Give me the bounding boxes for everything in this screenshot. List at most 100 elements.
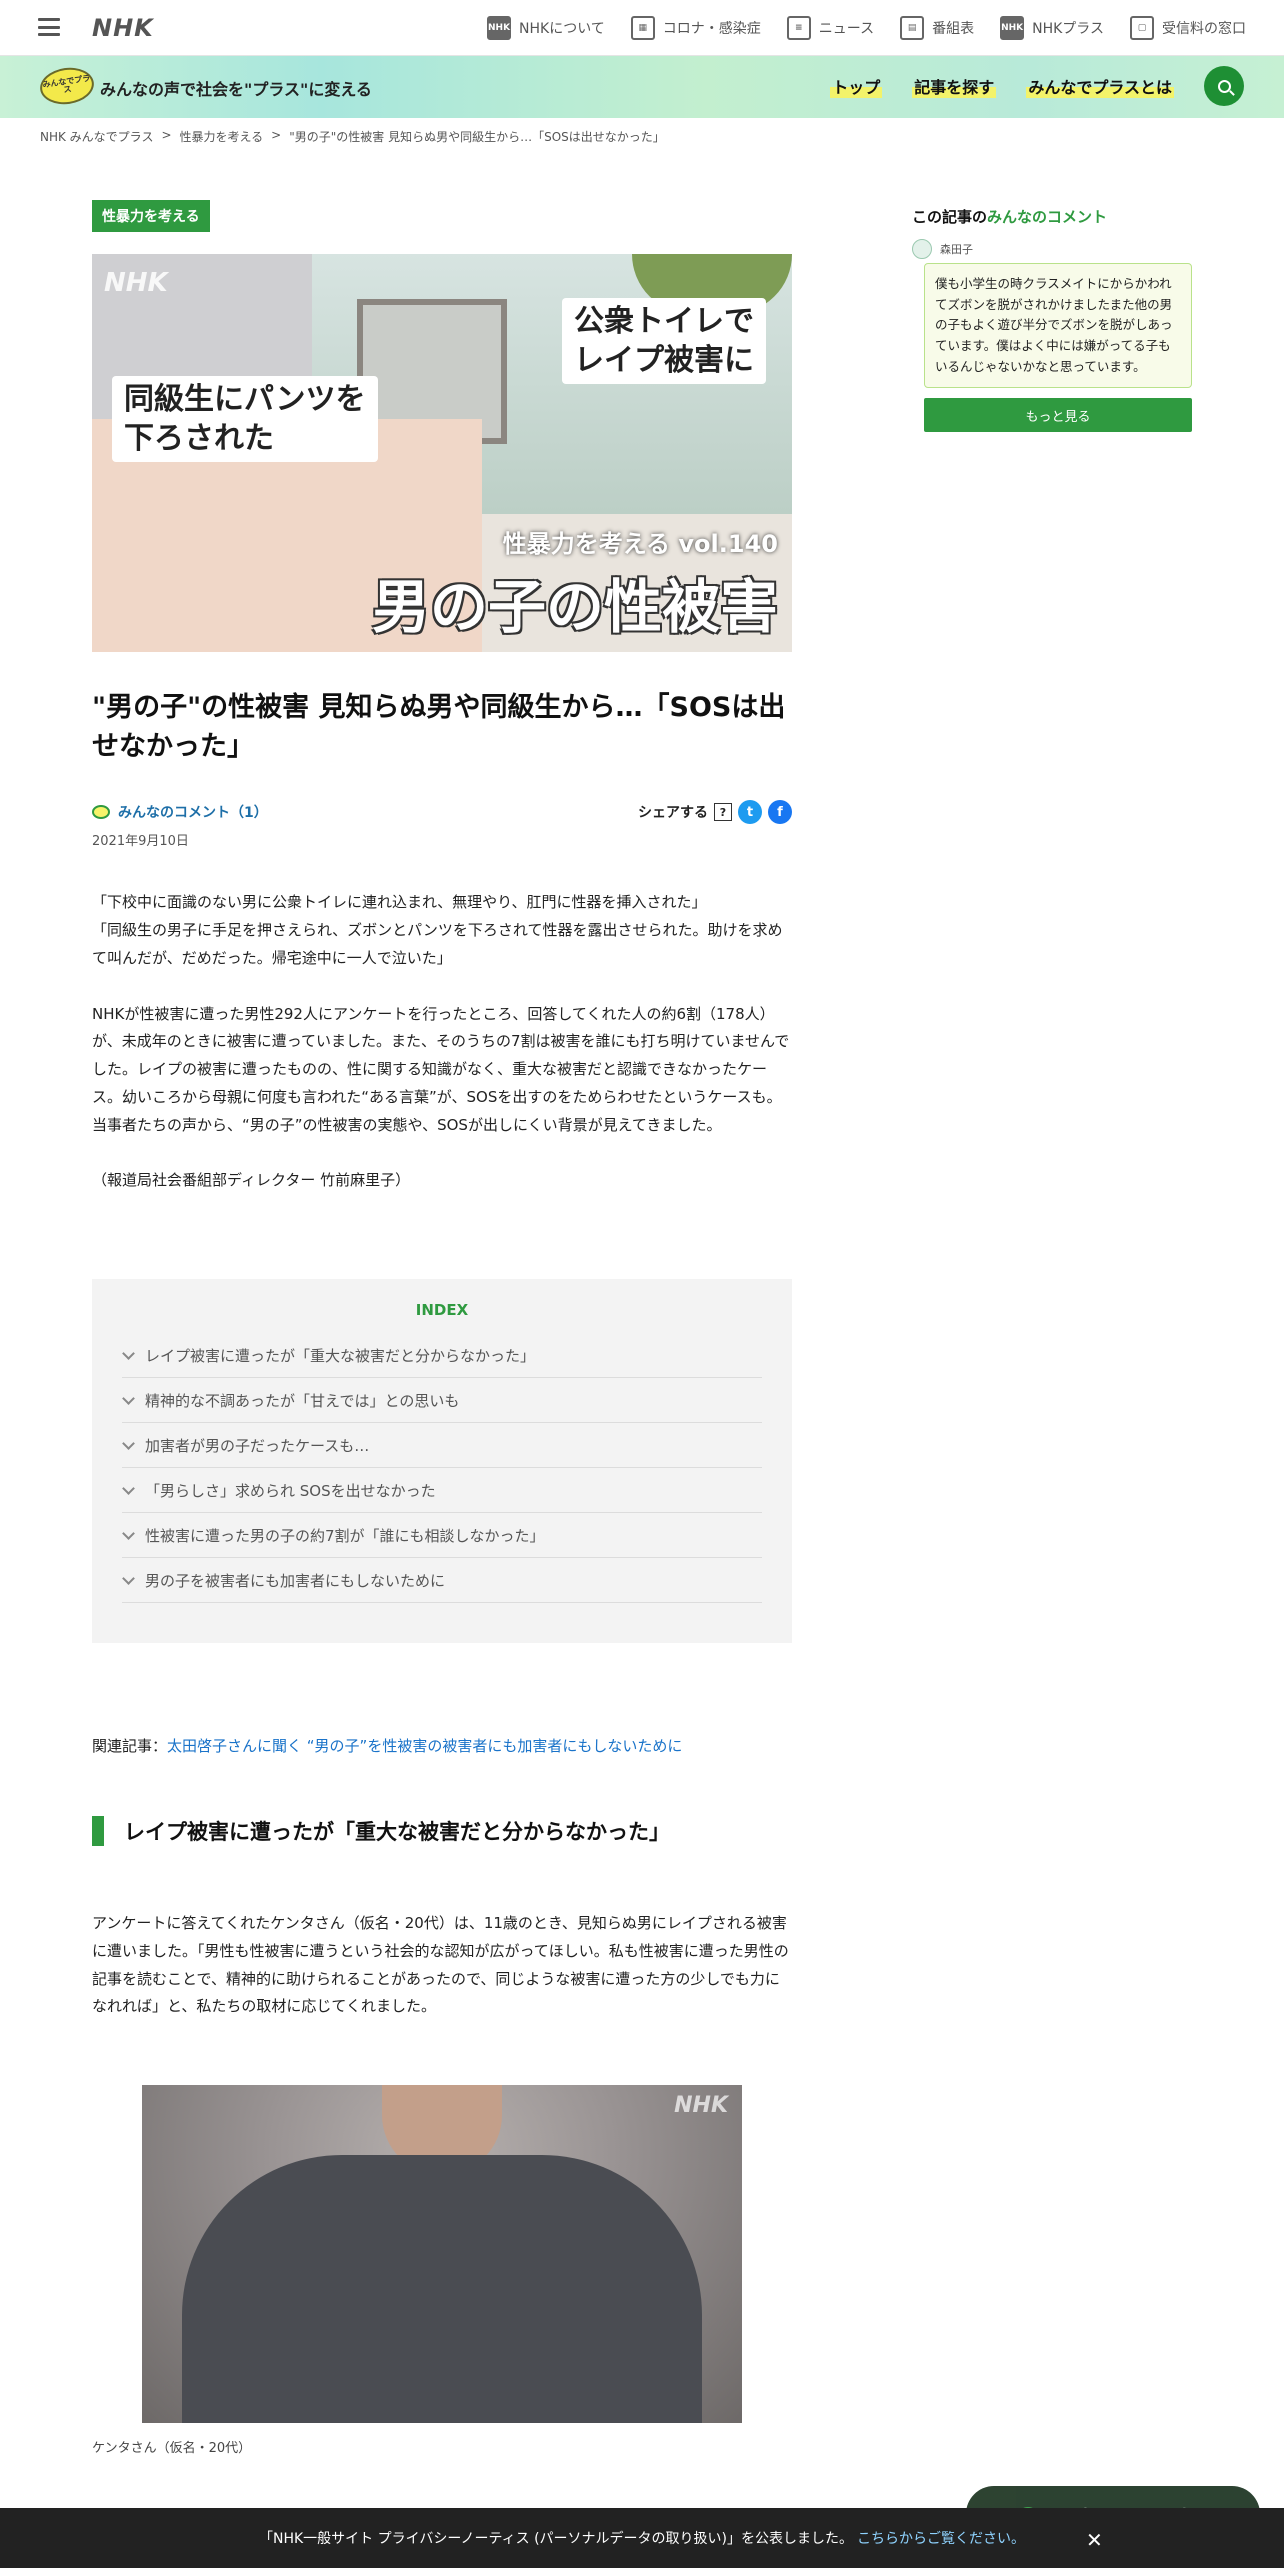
sidebar-title-prefix: この記事の [912, 208, 988, 226]
hero-series: 性暴力を考える vol.140 [502, 530, 778, 558]
menu-icon[interactable] [38, 16, 60, 38]
hero-caption-classmate: 同級生にパンツを 下ろされた [112, 376, 378, 462]
index-item[interactable]: 性被害に遭った男の子の約7割が「誰にも相談しなかった」 [122, 1513, 762, 1559]
lead-quote-1: 「下校中に面識のない男に公衆トイレに連れ込まれ、無理やり、肛門に性器を挿入された… [92, 893, 707, 912]
breadcrumb-home[interactable]: NHK みんなでプラス [40, 128, 153, 145]
privacy-notice-link[interactable]: こちらからご覧ください。 [857, 2528, 1025, 2548]
index-item[interactable]: 男の子を被害者にも加害者にもしないために [122, 1558, 762, 1604]
privacy-notice-bar: 「NHK一般サイト プライバシーノーティス (パーソナルデータの取り扱い)」を公… [0, 2508, 1284, 2568]
chevron-down-icon [122, 1436, 135, 1450]
index-item-label: 性被害に遭った男の子の約7割が「誰にも相談しなかった」 [145, 1526, 545, 1545]
article-body: 「下校中に面識のない男に公衆トイレに連れ込まれ、無理やり、肛門に性器を挿入された… [92, 889, 792, 1195]
twitter-icon[interactable]: t [738, 800, 762, 825]
intro-paragraph: NHKが性被害に遭った男性292人にアンケートを行ったところ、回答してくれた人の… [92, 1004, 790, 1134]
index-item-label: レイプ被害に遭ったが「重大な被害だと分からなかった」 [145, 1346, 536, 1365]
nhkplus-icon: NHK [1000, 16, 1025, 40]
see-more-button[interactable]: もっと見る [924, 398, 1192, 433]
share-bar: シェアする ? t f [638, 800, 792, 825]
breadcrumb: NHK みんなでプラス > 性暴力を考える > "男の子"の性被害 見知らぬ男や同級… [40, 128, 665, 145]
schedule-icon: ▤ [900, 16, 925, 40]
author-credit: （報道局社会番組部ディレクター 竹前麻里子） [92, 1171, 411, 1190]
global-header: NHK NHK NHKについて ▦ コロナ・感染症 ≡ ニュース ▤ 番組表 NHK NH… [0, 0, 1284, 56]
site-band: みんなでプラス みんなの声で社会を"プラス"に変える トップ 記事を探す みんな… [0, 56, 1284, 118]
nav-label: NHKプラス [1032, 21, 1104, 37]
site-nav: トップ 記事を探す みんなでプラスとは [830, 74, 1174, 98]
category-badge[interactable]: 性暴力を考える [92, 200, 210, 232]
close-icon[interactable]: ✕ [1086, 2528, 1103, 2552]
breadcrumb-separator: > [271, 128, 282, 142]
sidebar-title: この記事のみんなのコメント [912, 206, 1192, 227]
photo-shirt [182, 2155, 702, 2424]
index-item-label: 加害者が男の子だったケースも… [145, 1436, 370, 1455]
hero-caption-toilet: 公衆トイレで レイプ被害に [562, 298, 766, 384]
section-body: アンケートに答えてくれたケンタさん（仮名・20代）は、11歳のとき、見知らぬ男に… [92, 1910, 792, 2021]
nav-corona[interactable]: ▦ コロナ・感染症 [630, 16, 761, 40]
site-nav-top[interactable]: トップ [830, 74, 883, 98]
nhk-icon: NHK [487, 16, 512, 40]
nav-nhk-about[interactable]: NHK NHKについて [487, 16, 605, 40]
chevron-down-icon [122, 1481, 135, 1495]
chevron-down-icon [122, 1571, 135, 1585]
interviewee-photo: NHK [142, 2085, 742, 2424]
nav-label: 受信料の窓口 [1162, 21, 1246, 37]
nav-schedule[interactable]: ▤ 番組表 [900, 16, 974, 40]
breadcrumb-category[interactable]: 性暴力を考える [180, 128, 264, 145]
nhk-logo[interactable]: NHK [92, 14, 154, 42]
index-item[interactable]: 「男らしさ」求められ SOSを出せなかった [122, 1468, 762, 1514]
article-meta: みんなのコメント（1） シェアする ? t f [92, 800, 792, 825]
photo-caption: ケンタさん（仮名・20代） [92, 2441, 252, 2457]
index-item-label: 男の子を被害者にも加害者にもしないために [145, 1571, 446, 1590]
share-label: シェアする [638, 805, 708, 822]
comment-bubble-icon [92, 805, 110, 820]
nav-label: ニュース [818, 21, 875, 37]
hero-image: NHK 公衆トイレで レイプ被害に 同級生にパンツを 下ろされた 性暴力を考える… [92, 254, 792, 652]
related-article-link[interactable]: 太田啓子さんに聞く “男の子”を性被害の被害者にも加害者にもしないために [167, 1737, 682, 1755]
search-button[interactable] [1204, 66, 1244, 106]
table-of-contents: INDEX レイプ被害に遭ったが「重大な被害だと分からなかった」 精神的な不調あ… [92, 1279, 792, 1644]
index-title: INDEX [415, 1301, 469, 1320]
breadcrumb-separator: > [161, 128, 172, 142]
site-nav-search-articles[interactable]: 記事を探す [912, 74, 997, 98]
comment-username: 森田子 [940, 243, 973, 256]
facebook-icon[interactable]: f [768, 800, 792, 825]
index-item[interactable]: 精神的な不調あったが「甘えでは」との思いも [122, 1378, 762, 1424]
search-icon [1217, 79, 1231, 93]
nav-license[interactable]: ▢ 受信料の窓口 [1130, 16, 1246, 40]
index-item[interactable]: レイプ被害に遭ったが「重大な被害だと分からなかった」 [122, 1333, 762, 1379]
section-paragraph: アンケートに答えてくれたケンタさん（仮名・20代）は、11歳のとき、見知らぬ男に… [92, 1914, 789, 2016]
section-heading: レイプ被害に遭ったが「重大な被害だと分からなかった」 [92, 1816, 792, 1847]
privacy-notice-text: 「NHK一般サイト プライバシーノーティス (パーソナルデータの取り扱い)」を公… [258, 2531, 854, 2547]
nav-news[interactable]: ≡ ニュース [786, 16, 875, 40]
chevron-down-icon [122, 1526, 135, 1540]
nhk-watermark: NHK [674, 2093, 728, 2119]
nav-nhkplus[interactable]: NHK NHKプラス [1000, 16, 1104, 40]
help-icon[interactable]: ? [714, 803, 732, 822]
breadcrumb-current: "男の子"の性被害 見知らぬ男や同級生から…「SOSは出せなかった」 [289, 130, 665, 144]
global-nav: NHK NHKについて ▦ コロナ・感染症 ≡ ニュース ▤ 番組表 NHK NHKプラス… [487, 0, 1246, 56]
lead-quote-2: 「同級生の男子に手足を押さえられ、ズボンとパンツを下ろされて性器を露出させられた… [92, 921, 783, 967]
corona-icon: ▦ [630, 16, 655, 40]
nav-label: NHKについて [519, 21, 605, 37]
comment-card: 僕も小学生の時クラスメイトにからかわれてズボンを脱がされかけましたまた他の男の子… [924, 263, 1192, 389]
news-icon: ≡ [786, 16, 811, 40]
comments-link[interactable]: みんなのコメント（1） [92, 802, 268, 822]
related-article: 関連記事：太田啓子さんに聞く “男の子”を性被害の被害者にも加害者にもしないため… [92, 1735, 792, 1756]
license-icon: ▢ [1130, 16, 1154, 40]
index-item-label: 精神的な不調あったが「甘えでは」との思いも [145, 1391, 460, 1410]
chevron-down-icon [122, 1346, 135, 1360]
comments-count: みんなのコメント（1） [118, 805, 268, 822]
chevron-down-icon [122, 1391, 135, 1405]
related-label: 関連記事： [92, 1737, 168, 1756]
site-nav-about[interactable]: みんなでプラスとは [1026, 74, 1174, 98]
article: 性暴力を考える NHK 公衆トイレで レイプ被害に 同級生にパンツを 下ろされた… [92, 200, 792, 2456]
nav-label: コロナ・感染症 [662, 21, 761, 37]
publish-date: 2021年9月10日 [92, 834, 189, 850]
comments-sidebar: この記事のみんなのコメント 森田子 僕も小学生の時クラスメイトにからかわれてズボ… [912, 206, 1192, 433]
article-title: "男の子"の性被害 見知らぬ男や同級生から…「SOSは出せなかった」 [92, 692, 786, 763]
heading-accent-bar [92, 1816, 104, 1847]
index-item[interactable]: 加害者が男の子だったケースも… [122, 1423, 762, 1469]
comment-user: 森田子 [912, 239, 1192, 259]
minna-de-plus-logo[interactable]: みんなでプラス [37, 64, 97, 108]
sidebar-title-accent: みんなのコメント [987, 208, 1108, 226]
avatar [912, 239, 932, 259]
